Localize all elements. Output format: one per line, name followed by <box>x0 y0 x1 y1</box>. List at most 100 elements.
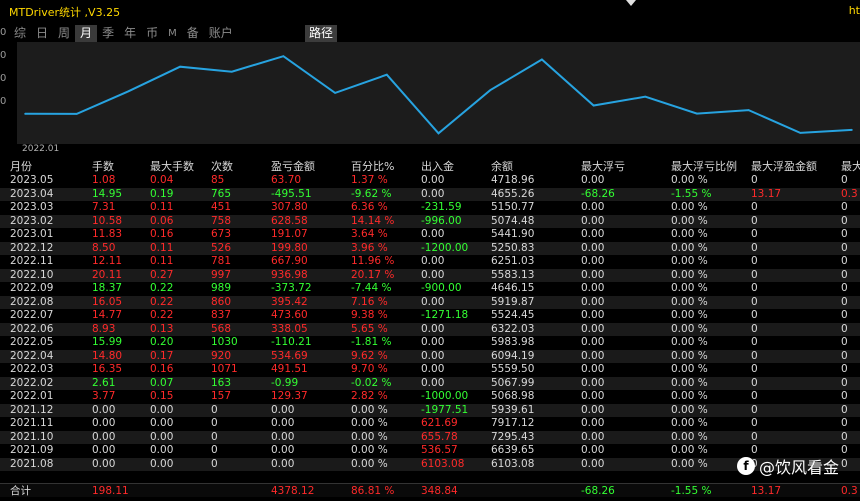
table-cell: -231.59 <box>421 201 462 213</box>
table-cell: 14.77 <box>92 309 123 321</box>
table-cell: 0 <box>841 430 848 443</box>
tab-4[interactable]: 季 <box>97 25 119 42</box>
tab-1[interactable]: 日 <box>31 25 53 42</box>
column-header[interactable]: 最大 <box>841 159 860 174</box>
table-cell: 2022.01 <box>10 390 54 402</box>
table-row[interactable]: 2022.01 3.77 0.15 157 129.37 2.82 % -1000.00 50… <box>0 390 860 404</box>
table-cell: 0.00 <box>271 430 295 443</box>
table-cell: 0.27 <box>150 268 174 281</box>
total-cell: 合计 <box>10 485 31 497</box>
column-header[interactable]: 手数 <box>92 159 114 174</box>
column-header[interactable]: 最大浮亏比例 <box>671 159 737 174</box>
table-cell: 0 <box>211 444 218 456</box>
table-cell: 2022.04 <box>10 349 54 362</box>
column-header[interactable]: 出入金 <box>421 159 454 174</box>
table-row[interactable]: 2023.04 14.95 0.19 765 -495.51 -9.62 % 0.00 465… <box>0 187 860 201</box>
table-row[interactable]: 2022.05 15.99 0.20 1030 -110.21 -1.81 % 0.00 59… <box>0 336 860 350</box>
column-header[interactable]: 次数 <box>211 159 233 174</box>
table-row[interactable]: 2021.10 0.00 0.00 0 0.00 0.00 % 655.78 7295.43 0… <box>0 430 860 444</box>
table-row[interactable]: 2022.12 8.50 0.11 526 199.80 3.96 % -1200.00 52… <box>0 241 860 255</box>
table-cell: 2023.02 <box>10 214 54 227</box>
tab-0[interactable]: 综 <box>9 25 31 42</box>
table-cell: 491.51 <box>271 363 308 375</box>
column-header[interactable]: 余额 <box>491 159 513 174</box>
table-cell: 0.00 <box>150 403 174 416</box>
title-bar: MTDriver统计 ,V3.25 ht <box>0 0 860 22</box>
table-cell: 0 <box>841 174 848 186</box>
table-cell: 0 <box>841 295 848 308</box>
table-row[interactable]: 2021.11 0.00 0.00 0 0.00 0.00 % 621.69 7917.12 0… <box>0 417 860 431</box>
table-cell: 0.00 <box>150 417 174 429</box>
table-cell: 0.00 <box>271 403 295 416</box>
table-cell: 7.31 <box>92 201 116 213</box>
table-row[interactable]: 2022.03 16.35 0.16 1071 491.51 9.70 % 0.00 5559… <box>0 363 860 377</box>
tab-5[interactable]: 年 <box>119 25 141 42</box>
table-cell: 451 <box>211 201 232 213</box>
table-cell: 0 <box>841 214 848 227</box>
left-axis-ticks: 0 0 0 0 <box>0 22 9 152</box>
table-cell: 6639.65 <box>491 444 535 456</box>
table-cell: 0.00 % <box>671 241 708 254</box>
table-cell: 0.00 <box>581 417 605 429</box>
table-row[interactable]: 2021.08 0.00 0.00 0 0.00 0.00 % 6103.08 6103.08… <box>0 457 860 471</box>
table-cell: 0.11 <box>150 241 174 254</box>
table-row[interactable]: 2023.02 10.58 0.06 758 628.58 14.14 % -996.00 5… <box>0 214 860 228</box>
table-cell: -0.02 % <box>351 376 392 389</box>
table-cell: 0.00 <box>92 444 116 456</box>
table-cell: 0 <box>841 255 848 267</box>
path-button[interactable]: 路径 <box>305 25 338 42</box>
balance-point <box>696 112 698 115</box>
tab-3[interactable]: 月 <box>75 24 98 42</box>
table-cell: 0.00 % <box>671 403 708 416</box>
table-cell: 2.61 <box>92 376 116 389</box>
dropdown-triangle-icon[interactable] <box>626 0 636 6</box>
column-header[interactable]: 盈亏金额 <box>271 159 315 174</box>
table-cell: 0.00 <box>581 255 605 267</box>
table-cell: 0 <box>211 417 218 429</box>
tab-6[interactable]: 币 <box>141 25 163 42</box>
table-cell: 936.98 <box>271 268 308 281</box>
table-cell: 7917.12 <box>491 417 535 429</box>
table-row[interactable]: 2023.05 1.08 0.04 85 63.70 1.37 % 0.00 4718.96 0… <box>0 174 860 188</box>
table-cell: 6103.08 <box>491 457 535 470</box>
table-row[interactable]: 2022.06 8.93 0.13 568 338.05 5.65 % 0.00 6322.0… <box>0 322 860 336</box>
table-row[interactable]: 2022.09 18.37 0.22 989 -373.72 -7.44 % -900.00… <box>0 282 860 296</box>
table-row[interactable]: 2022.02 2.61 0.07 163 -0.99 -0.02 % 0.00 5067.9… <box>0 376 860 390</box>
facebook-icon: f <box>737 457 755 475</box>
table-cell: 4718.96 <box>491 174 535 186</box>
table-cell: 0 <box>751 322 758 335</box>
table-cell: 2022.07 <box>10 309 54 321</box>
table-cell: 0.00 <box>150 457 174 470</box>
column-header[interactable]: 最大手数 <box>150 159 194 174</box>
column-header[interactable]: 百分比% <box>351 159 394 174</box>
table-row[interactable]: 2023.01 11.83 0.16 673 191.07 3.64 % 0.00 5441.… <box>0 228 860 242</box>
table-cell: 0.00 <box>150 430 174 443</box>
table-row[interactable]: 2021.12 0.00 0.00 0 0.00 0.00 % -1977.51 5939.6… <box>0 403 860 417</box>
balance-point <box>851 129 853 131</box>
column-header[interactable]: 最大浮盈金额 <box>751 159 817 174</box>
tab-8[interactable]: 备 <box>182 25 204 42</box>
table-cell: 0.00 % <box>351 403 388 416</box>
table-cell: 0 <box>841 444 848 456</box>
tab-9[interactable]: 账户 <box>204 25 238 42</box>
table-cell: 191.07 <box>271 228 308 240</box>
column-header[interactable]: 最大浮亏 <box>581 159 625 174</box>
table-cell: 0.00 % <box>351 417 388 429</box>
table-cell: 0.00 <box>581 241 605 254</box>
table-cell: 655.78 <box>421 430 458 443</box>
table-row[interactable]: 2022.08 16.05 0.22 860 395.42 7.16 % 0.00 5919.… <box>0 295 860 309</box>
table-row[interactable]: 2021.09 0.00 0.00 0 0.00 0.00 % 536.57 6639.65 0… <box>0 444 860 458</box>
table-row[interactable]: 2022.10 20.11 0.27 997 936.98 20.17 % 0.00 5583… <box>0 268 860 282</box>
table-cell: 2021.08 <box>10 457 54 470</box>
tab-7[interactable]: M <box>163 25 182 42</box>
table-row[interactable]: 2022.07 14.77 0.22 837 473.60 9.38 % -1271.18 5… <box>0 309 860 323</box>
tab-2[interactable]: 周 <box>53 25 75 42</box>
table-row[interactable]: 2023.03 7.31 0.11 451 307.80 6.36 % -231.59 515… <box>0 201 860 215</box>
table-cell: 14.95 <box>92 187 123 200</box>
table-cell: -373.72 <box>271 282 312 294</box>
period-tabs: 综日周月季年币 M 备账户 <box>9 24 238 42</box>
table-row[interactable]: 2022.11 12.11 0.11 781 667.90 11.96 % 0.00 6251… <box>0 255 860 269</box>
table-cell: 8.93 <box>92 322 116 335</box>
table-row[interactable]: 2022.04 14.80 0.17 920 534.69 9.62 % 0.00 6094.… <box>0 349 860 363</box>
column-header[interactable]: 月份 <box>10 159 32 174</box>
